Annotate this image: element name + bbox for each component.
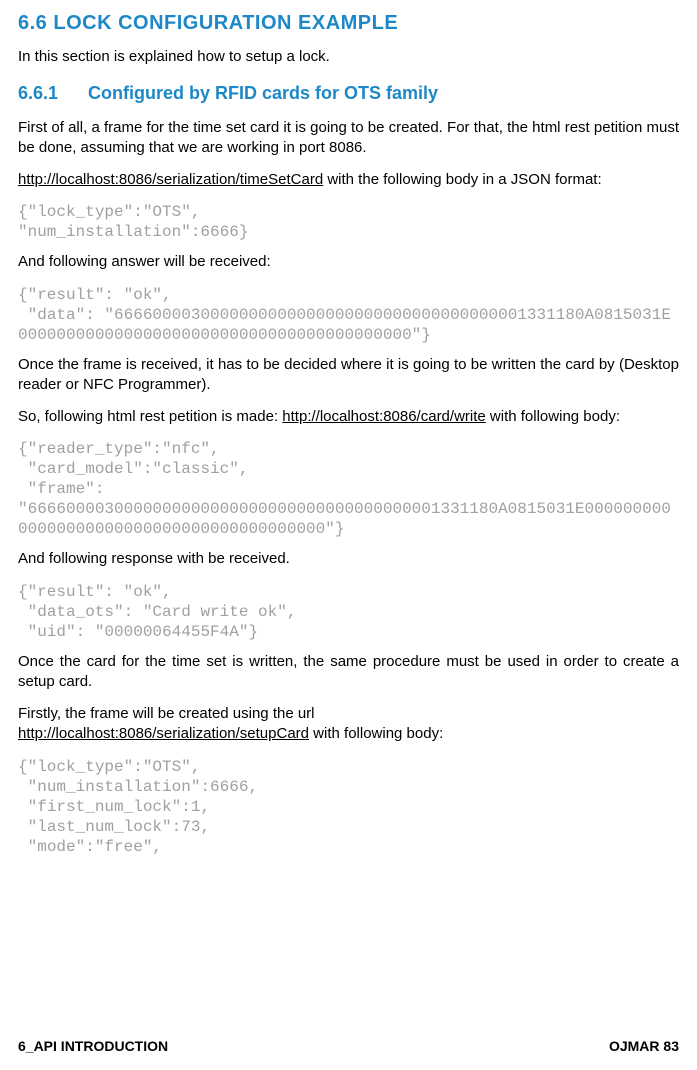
paragraph: First of all, a frame for the time set c…	[18, 118, 679, 159]
text-run: with following body:	[486, 408, 620, 425]
paragraph: Once the frame is received, it has to be…	[18, 355, 679, 396]
paragraph: And following answer will be received:	[18, 252, 679, 272]
text-run: with following body:	[309, 725, 443, 742]
paragraph: So, following html rest petition is made…	[18, 407, 679, 427]
footer-right: OJMAR 83	[609, 1037, 679, 1056]
text-run: with the following body in a JSON format…	[323, 171, 601, 188]
paragraph: http://localhost:8086/serialization/time…	[18, 170, 679, 190]
code-block: {"result": "ok", "data": "66660000300000…	[18, 285, 679, 345]
text-run: Firstly, the frame will be created using…	[18, 705, 315, 722]
code-block: {"lock_type":"OTS", "num_installation":6…	[18, 757, 679, 857]
text-run: So, following html rest petition is made…	[18, 408, 282, 425]
url-link[interactable]: http://localhost:8086/card/write	[282, 408, 485, 425]
footer-left: 6_API INTRODUCTION	[18, 1037, 168, 1056]
code-block: {"result": "ok", "data_ots": "Card write…	[18, 582, 679, 642]
url-link[interactable]: http://localhost:8086/serialization/setu…	[18, 725, 309, 742]
code-block: {"lock_type":"OTS", "num_installation":6…	[18, 202, 679, 242]
subsection-number: 6.6.1	[18, 81, 88, 105]
code-block: {"reader_type":"nfc", "card_model":"clas…	[18, 439, 679, 539]
intro-paragraph: In this section is explained how to setu…	[18, 47, 679, 67]
paragraph: Firstly, the frame will be created using…	[18, 704, 679, 745]
section-heading: 6.6 LOCK CONFIGURATION EXAMPLE	[18, 10, 679, 37]
subsection-title: Configured by RFID cards for OTS family	[88, 83, 438, 103]
page-footer: 6_API INTRODUCTION OJMAR 83	[18, 1037, 679, 1056]
url-link[interactable]: http://localhost:8086/serialization/time…	[18, 171, 323, 188]
subsection-heading: 6.6.1Configured by RFID cards for OTS fa…	[18, 81, 679, 105]
paragraph: And following response with be received.	[18, 549, 679, 569]
paragraph: Once the card for the time set is writte…	[18, 652, 679, 693]
